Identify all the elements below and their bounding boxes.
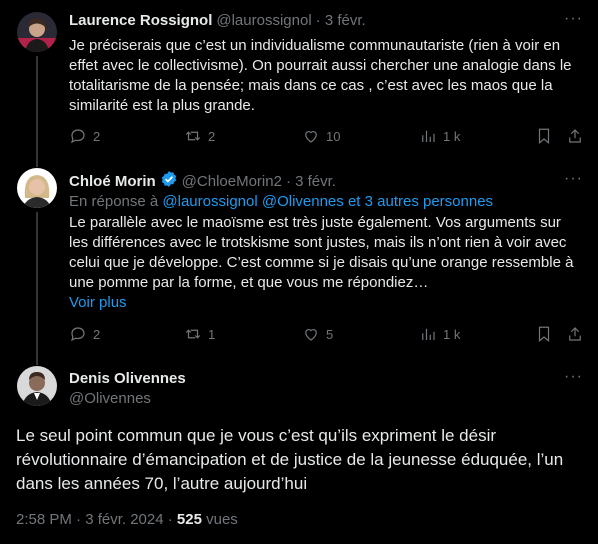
more-options-button[interactable]: ··· xyxy=(564,170,583,188)
share-button[interactable] xyxy=(566,325,584,343)
thread-line xyxy=(36,56,38,156)
author-name[interactable]: Laurence Rossignol xyxy=(69,12,212,29)
bookmark-icon xyxy=(538,128,550,145)
tweet-metadata: 2:58 PM · 3 févr. 2024 · 525 vues xyxy=(16,511,238,528)
thread-line xyxy=(36,353,38,365)
author-name[interactable]: Chloé Morin xyxy=(69,173,156,190)
heart-icon xyxy=(305,329,317,341)
bookmark-button[interactable] xyxy=(535,325,553,343)
views-count: 1 k xyxy=(443,326,461,342)
timestamp[interactable]: 2:58 PM · 3 févr. 2024 · xyxy=(16,511,173,528)
author-handle-row: @Olivennes xyxy=(69,390,151,407)
author-handle[interactable]: @Olivennes xyxy=(69,390,151,407)
thread-line xyxy=(36,155,38,167)
main-tweet-text: Le seul point commun que je vous c’est q… xyxy=(16,426,564,493)
reply-prefix: En réponse à xyxy=(69,193,159,210)
avatar[interactable] xyxy=(17,12,57,52)
repost-icon xyxy=(185,329,201,339)
like-button[interactable]: 10 xyxy=(302,127,340,145)
reply-count: 2 xyxy=(93,326,101,342)
repost-button[interactable]: 2 xyxy=(184,127,215,145)
repost-button[interactable]: 1 xyxy=(184,325,215,343)
share-icon xyxy=(569,327,581,341)
tweet-header: Laurence Rossignol @laurossignol · 3 fév… xyxy=(69,12,366,29)
views-total: 525 xyxy=(176,511,202,528)
tweet-actions: 2 1 5 1 k xyxy=(69,325,598,345)
tweet-header: Chloé Morin @ChloeMorin2 · 3 févr. xyxy=(69,170,336,193)
views-button[interactable]: 1 k xyxy=(419,325,460,343)
thread-line xyxy=(36,212,38,354)
like-count: 10 xyxy=(326,128,341,144)
views-count: 1 k xyxy=(443,128,461,144)
tweet-text: Je préciserais que c’est un individualis… xyxy=(69,37,572,114)
reply-icon xyxy=(71,129,85,144)
author-name[interactable]: Denis Olivennes xyxy=(69,370,186,387)
repost-count: 1 xyxy=(208,326,216,342)
heart-icon xyxy=(305,131,317,143)
more-options-button[interactable]: ··· xyxy=(564,10,583,28)
tweet-actions: 2 2 10 1 k xyxy=(69,127,598,147)
tweet-text: Le parallèle avec le maoïsme est très ju… xyxy=(69,214,574,291)
verified-badge-icon xyxy=(160,170,178,193)
share-icon xyxy=(569,129,581,143)
reply-count: 2 xyxy=(93,128,101,144)
more-options-button[interactable]: ··· xyxy=(564,368,583,386)
reply-context: En réponse à @laurossignol @Olivennes et… xyxy=(69,192,584,212)
reply-to-mentions[interactable]: @laurossignol @Olivennes et 3 autres per… xyxy=(162,193,493,210)
author-handle[interactable]: @ChloeMorin2 xyxy=(182,173,282,190)
reply-icon xyxy=(71,327,85,342)
share-button[interactable] xyxy=(566,127,584,145)
like-count: 5 xyxy=(326,326,334,342)
author-handle[interactable]: @laurossignol xyxy=(216,12,311,29)
tweet-date[interactable]: · 3 févr. xyxy=(286,173,336,190)
repost-icon xyxy=(185,131,201,141)
analytics-icon xyxy=(422,130,435,142)
avatar[interactable] xyxy=(17,168,57,208)
bookmark-icon xyxy=(538,326,550,343)
like-button[interactable]: 5 xyxy=(302,325,333,343)
analytics-icon xyxy=(422,328,435,340)
avatar[interactable] xyxy=(17,366,57,406)
reply-button[interactable]: 2 xyxy=(69,127,100,145)
repost-count: 2 xyxy=(208,128,216,144)
bookmark-button[interactable] xyxy=(535,127,553,145)
views-label: vues xyxy=(206,511,238,528)
show-more-link[interactable]: Voir plus xyxy=(69,293,127,313)
reply-button[interactable]: 2 xyxy=(69,325,100,343)
views-button[interactable]: 1 k xyxy=(419,127,460,145)
tweet-date[interactable]: · 3 févr. xyxy=(316,12,366,29)
author-block: Denis Olivennes xyxy=(69,370,186,387)
